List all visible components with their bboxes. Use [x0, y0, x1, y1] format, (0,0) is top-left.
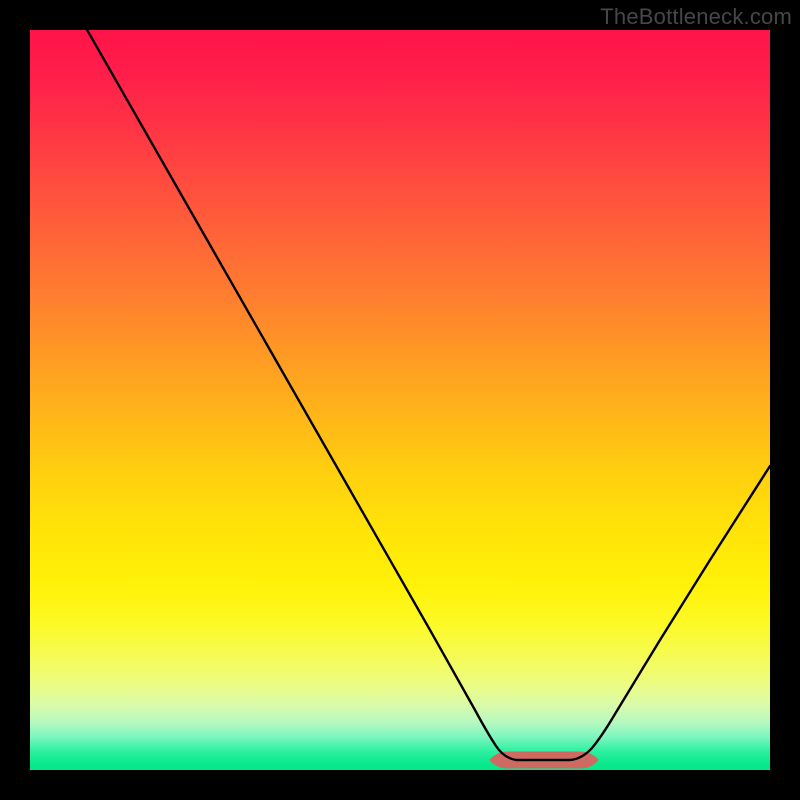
watermark-text: TheBottleneck.com [600, 4, 792, 30]
bottleneck-curve-path [70, 30, 770, 760]
chart-frame: TheBottleneck.com [0, 0, 800, 800]
plot-area [30, 30, 770, 770]
bottleneck-curve-svg [30, 30, 770, 770]
